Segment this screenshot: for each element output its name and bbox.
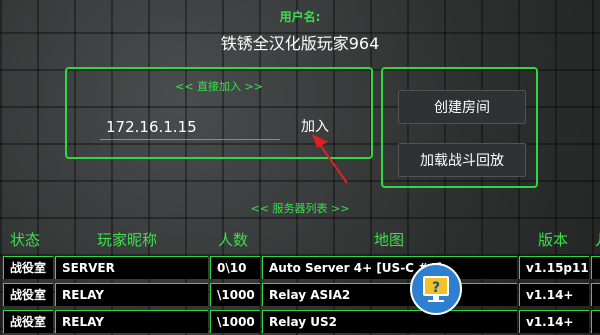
red-arrow-indicator: [312, 134, 348, 184]
user-name: 铁锈全汉化版玩家964: [220, 34, 380, 53]
svg-text:?: ?: [432, 280, 440, 296]
table-row[interactable]: 战役室 SERVER 0\10 Auto Server 4+ [US-C #4]…: [0, 256, 600, 281]
server-list-title: << 服务器列表 >>: [250, 202, 350, 215]
row-map: Auto Server 4+ [US-C #4]: [262, 256, 517, 279]
row-player-count: 0\10: [210, 256, 260, 279]
load-replay-button[interactable]: 加载战斗回放: [398, 143, 526, 177]
row-status: 战役室: [3, 256, 53, 279]
table-row[interactable]: 战役室 RELAY \1000 Relay US2 v1.14+: [0, 310, 600, 335]
column-header-status[interactable]: 状态: [10, 229, 40, 250]
user-label: 用户名:: [279, 10, 321, 24]
row-overflow-cell: [591, 283, 600, 306]
row-map: Relay ASIA2: [262, 283, 517, 306]
row-player-count: \1000: [210, 283, 260, 306]
create-room-button[interactable]: 创建房间: [398, 90, 526, 124]
table-row[interactable]: 战役室 RELAY \1000 Relay ASIA2 v1.14+: [0, 283, 600, 308]
column-header-version[interactable]: 版本: [538, 229, 568, 250]
row-player-name: RELAY: [55, 283, 208, 306]
row-version: v1.14+: [519, 283, 589, 306]
server-ip-input[interactable]: [100, 114, 280, 140]
help-button[interactable]: ?: [410, 263, 462, 315]
row-overflow-cell: [591, 256, 600, 279]
column-header-player-name[interactable]: 玩家昵称: [97, 229, 157, 250]
row-version: v1.15p11: [519, 256, 589, 279]
row-status: 战役室: [3, 283, 53, 306]
direct-join-title: << 直接加入 >>: [175, 80, 263, 93]
help-question-icon: ?: [423, 276, 449, 302]
column-header-player-count[interactable]: 人数: [218, 229, 248, 250]
column-header-overflow-edge: 丿: [592, 231, 600, 249]
column-header-map[interactable]: 地图: [374, 229, 404, 250]
row-player-name: SERVER: [55, 256, 208, 279]
